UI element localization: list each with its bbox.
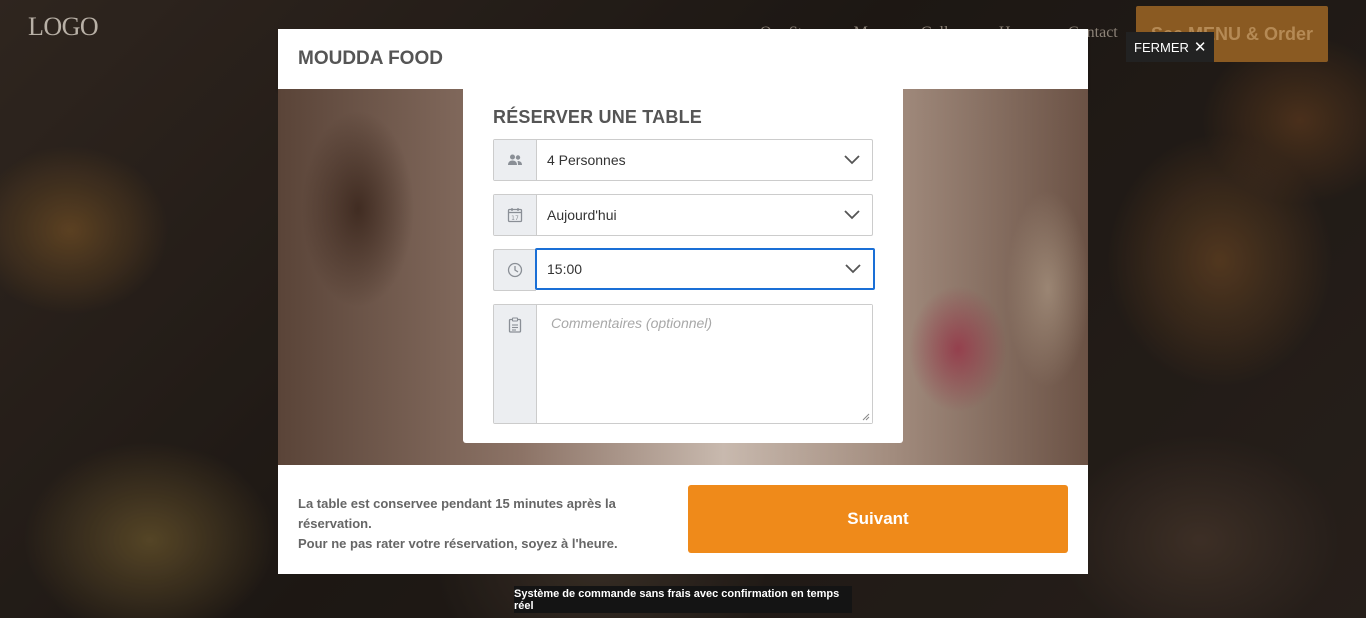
- time-select[interactable]: 15:00: [535, 248, 875, 290]
- resize-grip-icon[interactable]: [862, 413, 870, 421]
- chevron-down-icon: [832, 140, 872, 180]
- footer-note-line: La table est conservee pendant 15 minute…: [298, 496, 616, 531]
- site-logo[interactable]: LOGO: [28, 12, 99, 42]
- next-button[interactable]: Suivant: [688, 485, 1068, 553]
- modal-title: MOUDDA FOOD: [298, 48, 443, 69]
- date-select[interactable]: 17 Aujourd'hui: [493, 194, 873, 236]
- chevron-down-icon: [833, 250, 873, 288]
- chevron-down-icon: [832, 195, 872, 235]
- people-icon: [494, 140, 537, 180]
- footer-note-line: Pour ne pas rater votre réservation, soy…: [298, 536, 618, 551]
- time-value: 15:00: [547, 261, 583, 277]
- modal-footer: La table est conservee pendant 15 minute…: [278, 465, 1088, 574]
- calendar-icon: 17: [494, 195, 537, 235]
- modal-header: MOUDDA FOOD: [278, 29, 1088, 89]
- close-button[interactable]: FERMER ✕: [1126, 32, 1215, 62]
- svg-text:17: 17: [511, 215, 519, 222]
- date-value: Aujourd'hui: [547, 207, 617, 223]
- comments-field: [493, 304, 873, 424]
- footer-note: La table est conservee pendant 15 minute…: [298, 494, 668, 554]
- guests-value: 4 Personnes: [547, 152, 626, 168]
- form-heading: RÉSERVER UNE TABLE: [493, 107, 702, 127]
- guests-select[interactable]: 4 Personnes: [493, 139, 873, 181]
- close-icon: ✕: [1193, 38, 1207, 56]
- reservation-form: RÉSERVER UNE TABLE 4 Personnes 17 Aujour…: [463, 89, 903, 443]
- clock-icon: [493, 249, 536, 291]
- comments-input[interactable]: [537, 305, 872, 423]
- clipboard-icon: [494, 305, 537, 423]
- info-tooltip: Système de commande sans frais avec conf…: [514, 586, 852, 613]
- close-label: FERMER: [1134, 39, 1189, 55]
